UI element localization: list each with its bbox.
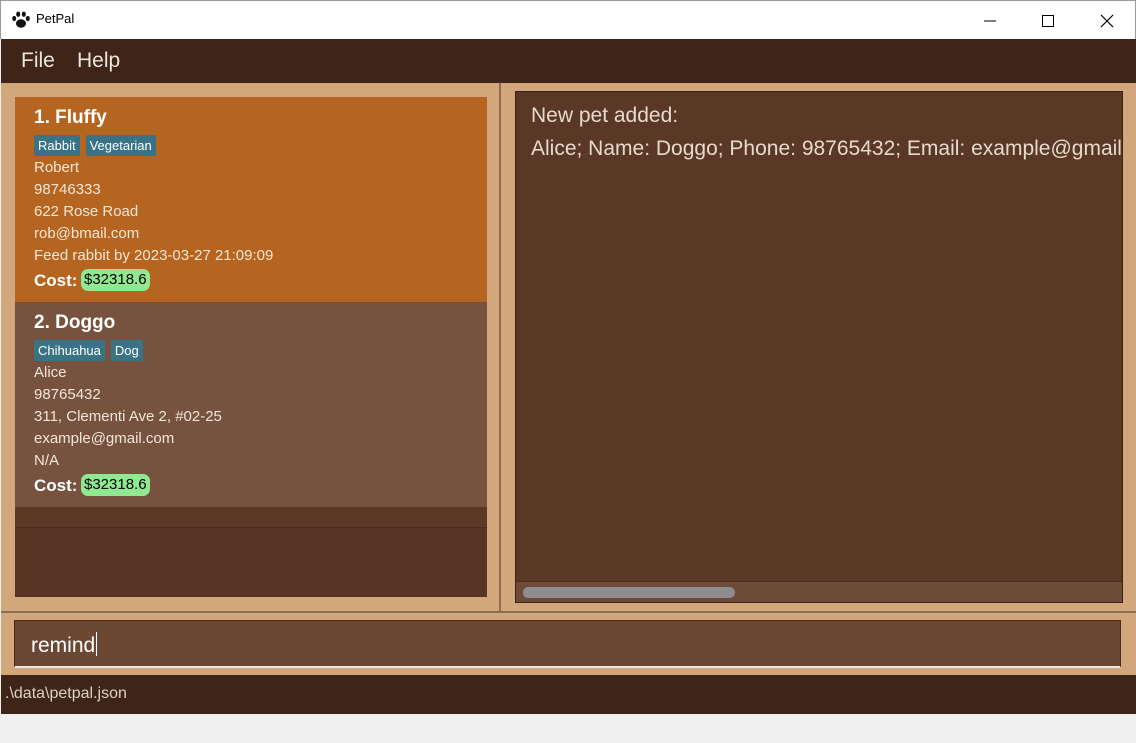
tag: Chihuahua [34,340,105,361]
window-title: PetPal [36,11,75,26]
address: 311, Clementi Ave 2, #02-25 [34,408,222,425]
reminder: Feed rabbit by 2023-03-27 21:09:09 [34,247,274,264]
reminder: N/A [34,452,60,469]
menu-bar: File Help [1,39,1136,83]
address: 622 Rose Road [34,203,139,220]
pet-list-panel: 1. Fluffy Rabbit Vegetarian Robert 98746… [1,83,501,611]
title-bar: PetPal [0,0,1136,39]
command-input[interactable]: remind [14,620,1121,668]
email: rob@bmail.com [34,225,140,242]
email: example@gmail.com [34,430,175,447]
result-line: New pet added: [531,104,679,127]
minimize-button[interactable] [961,1,1019,39]
pet-card[interactable]: 2. Doggo Chihuahua Dog Alice 98765432 31… [15,302,487,507]
pet-name: 1. Fluffy [34,107,107,128]
owner-name: Alice [34,364,67,381]
owner-name: Robert [34,159,80,176]
pet-list[interactable]: 1. Fluffy Rabbit Vegetarian Robert 98746… [15,97,487,597]
close-button[interactable] [1078,1,1136,39]
cost-badge: $32318.6 [81,269,150,291]
pet-tags: Rabbit Vegetarian [34,135,156,156]
menu-help[interactable]: Help [77,49,120,73]
phone: 98746333 [34,181,101,198]
result-line: Alice; Name: Doggo; Phone: 98765432; Ema… [531,137,1123,160]
horizontal-scrollbar[interactable] [516,581,1122,602]
result-panel: New pet added: Alice; Name: Doggo; Phone… [503,83,1136,611]
maximize-button[interactable] [1019,1,1077,39]
tag: Rabbit [34,135,80,156]
cost-badge: $32318.6 [81,474,150,496]
tag: Dog [110,340,143,361]
phone: 98765432 [34,386,101,403]
result-display[interactable]: New pet added: Alice; Name: Doggo; Phone… [515,91,1123,603]
pet-tags: Chihuahua Dog [34,340,143,361]
status-bar: .\data\petpal.json [1,675,1136,714]
cost-label: Cost: [34,271,78,290]
command-text: remind [31,632,98,657]
close-icon [1100,14,1114,28]
cost-label: Cost: [34,476,78,495]
data-file-path: .\data\petpal.json [5,685,127,702]
pet-name: 2. Doggo [34,312,116,333]
main-panel: 1. Fluffy Rabbit Vegetarian Robert 98746… [1,83,1136,675]
pet-card[interactable]: 1. Fluffy Rabbit Vegetarian Robert 98746… [15,97,487,302]
command-panel: remind [1,611,1136,675]
minimize-icon [984,20,996,22]
paw-icon [12,11,30,28]
tag: Vegetarian [85,135,156,156]
menu-file[interactable]: File [21,49,55,73]
text-caret [96,632,98,656]
window-bottom-edge [0,714,1136,743]
scrollbar-thumb[interactable] [523,587,735,598]
list-empty-row [15,507,487,528]
maximize-icon [1042,15,1054,27]
